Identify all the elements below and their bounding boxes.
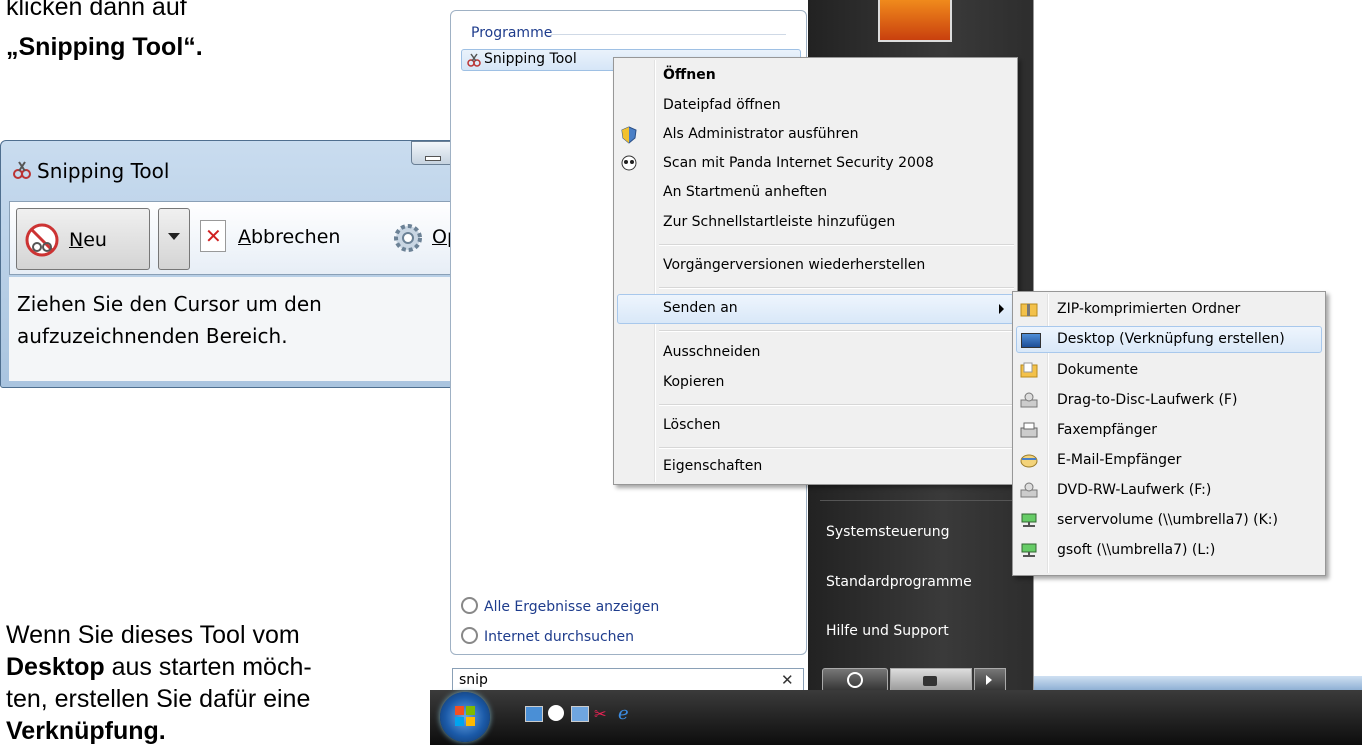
submenu-item-gsoft[interactable]: gsoft (\\umbrella7) (L:) [1057,542,1215,558]
menu-item-properties[interactable]: Eigenschaften [663,458,762,474]
lock-button[interactable] [890,668,972,692]
disc-drive-icon [1020,392,1038,408]
power-button[interactable] [822,668,888,692]
program-item-label: Snipping Tool [484,51,577,67]
scissors-icon[interactable]: ✂ [594,705,610,723]
internet-search-link[interactable]: Internet durchsuchen [461,627,634,645]
menu-separator [659,330,1014,332]
menu-item-delete[interactable]: Löschen [663,417,720,433]
all-results-link[interactable]: Alle Ergebnisse anzeigen [461,597,659,615]
submenu-item-dvd[interactable]: DVD-RW-Laufwerk (F:) [1057,482,1211,498]
submenu-item-documents[interactable]: Dokumente [1057,362,1138,378]
doc-text-para2-d: Verknüpfung. [6,717,166,745]
doc-text-para2-a: Wenn Sie dieses Tool vom [6,621,300,649]
doc-text-line1: klicken dann auf [6,0,187,21]
mail-icon [1020,452,1038,468]
context-menu: Öffnen Dateipfad öffnen Als Administrato… [613,57,1018,485]
group-divider [551,34,786,35]
control-panel-link[interactable]: Systemsteuerung [826,524,949,540]
network-drive-icon [1020,512,1038,528]
clear-search-icon[interactable]: ✕ [781,671,794,689]
submenu-item-desktop[interactable]: Desktop (Verknüpfung erstellen) [1016,326,1322,353]
switch-windows-icon[interactable] [571,706,589,722]
menu-item-run-as-admin[interactable]: Als Administrator ausführen [663,126,858,142]
new-snip-dropdown[interactable] [158,208,190,270]
menu-item-cut[interactable]: Ausschneiden [663,344,760,360]
scissors-icon [466,52,482,68]
minimize-button[interactable] [411,141,451,165]
status-line-1: Ziehen Sie den Cursor um den [17,292,322,316]
new-snip-button[interactable]: Neu [16,208,150,270]
gear-icon [392,222,424,254]
help-support-link[interactable]: Hilfe und Support [826,623,949,639]
search-icon [461,627,478,644]
new-snip-label: Neu [69,229,107,251]
menu-item-open[interactable]: Öffnen [663,67,716,83]
menu-item-copy[interactable]: Kopieren [663,374,724,390]
documents-folder-icon [1020,362,1038,378]
doc-text-para2-b: Desktop aus starten möch- [6,653,312,681]
menu-separator [659,244,1014,246]
doc-text-para2-c: ten, erstellen Sie dafür eine [6,685,311,713]
menu-separator [659,404,1014,406]
default-programs-link[interactable]: Standardprogramme [826,574,972,590]
menu-separator [659,447,1014,449]
submenu-item-mail[interactable]: E-Mail-Empfänger [1057,452,1181,468]
menu-item-panda-scan[interactable]: Scan mit Panda Internet Security 2008 [663,155,934,171]
taskbar: ✂ e [430,690,1362,745]
start-button[interactable] [440,692,490,742]
search-icon [461,597,478,614]
new-snip-icon [25,223,59,257]
menu-item-send-to[interactable]: Senden an [617,294,1014,324]
submenu-item-fax[interactable]: Faxempfänger [1057,422,1157,438]
submenu-item-drag-to-disc[interactable]: Drag-to-Disc-Laufwerk (F) [1057,392,1237,408]
network-drive-icon [1020,542,1038,558]
status-line-2: aufzuzeichnenden Bereich. [17,324,288,348]
chevron-down-icon [168,233,180,240]
send-to-label: Senden an [663,300,738,316]
cancel-label: Abbrechen [238,226,341,248]
zip-folder-icon [1020,301,1038,317]
search-value: snip [459,672,488,688]
panda-icon [621,155,639,171]
menu-item-quick-launch[interactable]: Zur Schnellstartleiste hinzufügen [663,214,895,230]
panda-icon[interactable] [548,705,564,721]
shield-icon [621,126,639,144]
fax-icon [1020,422,1038,438]
show-desktop-icon[interactable] [525,706,543,722]
submenu-item-zip[interactable]: ZIP-komprimierten Ordner [1057,301,1240,317]
menu-item-pin-start[interactable]: An Startmenü anheften [663,184,827,200]
dvd-drive-icon [1020,482,1038,498]
doc-text-line2: „Snipping Tool“. [6,33,203,61]
desktop-icon [1021,333,1041,348]
divider [820,500,1020,501]
menu-item-open-file-location[interactable]: Dateipfad öffnen [663,97,781,113]
scissors-icon [11,159,33,181]
submenu-item-servervolume[interactable]: servervolume (\\umbrella7) (K:) [1057,512,1278,528]
window-title: Snipping Tool [37,159,170,183]
desktop-label: Desktop (Verknüpfung erstellen) [1057,331,1285,347]
window-edge [1034,676,1362,690]
user-picture [878,0,952,42]
cancel-icon: ✕ [200,220,226,252]
cancel-button[interactable]: ✕ Abbrechen [200,210,390,266]
internet-explorer-icon[interactable]: e [618,703,636,724]
shutdown-options-button[interactable] [974,668,1006,692]
chevron-right-icon [999,304,1004,314]
menu-item-previous-versions[interactable]: Vorgängerversionen wiederherstellen [663,257,925,273]
group-header: Programme [471,25,553,41]
menu-separator [659,287,1014,289]
send-to-submenu: ZIP-komprimierten Ordner Desktop (Verknü… [1012,291,1326,576]
